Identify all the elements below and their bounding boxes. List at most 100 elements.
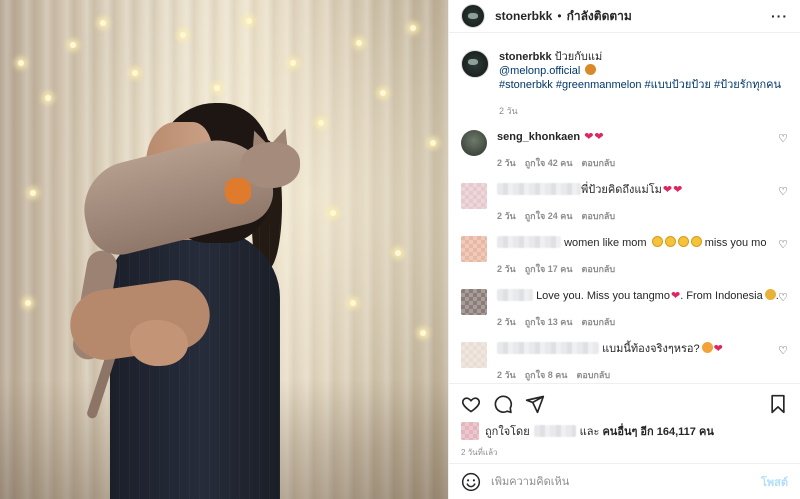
commenter-avatar[interactable] <box>461 342 487 368</box>
author-username[interactable]: stonerbkk <box>495 9 552 23</box>
comment-item: แบมนี้ท้องจริงๆหรอ? ❤ 2 วัน ถูกใจ 8 คน ตอ… <box>461 342 788 382</box>
caption-body: stonerbkk ป้วยกับแม่ @melonp.official #s… <box>499 50 781 118</box>
comment-body: พี่ป้วยคิดถึงแม่โม❤❤ 2 วัน ถูกใจ 24 คน ต… <box>497 183 788 223</box>
instagram-post: stonerbkk • กำลังติดตาม ··· stonerbkk ป้… <box>0 0 800 499</box>
post-caption: stonerbkk ป้วยกับแม่ @melonp.official #s… <box>449 40 800 118</box>
comment-time[interactable]: 2 วัน <box>497 156 516 170</box>
commenter-avatar[interactable] <box>461 130 487 156</box>
emoji-picker-icon[interactable] <box>461 472 481 492</box>
fairy-light <box>45 95 51 101</box>
comment-text: women like mom <box>564 237 647 249</box>
liked-by-prefix: ถูกใจโดย <box>485 426 530 438</box>
like-comment-icon[interactable]: ♡ <box>778 132 788 145</box>
fairy-light <box>132 70 138 76</box>
likes-and: และ <box>579 426 600 438</box>
caption-hashtags[interactable]: #stonerbkk #greenmanmelon #แบบป้วยป้วย #… <box>499 79 781 91</box>
post-comment-button[interactable]: โพสต์ <box>761 473 788 491</box>
reply-button[interactable]: ตอบกลับ <box>581 156 615 170</box>
posted-time[interactable]: 2 วันที่แล้ว <box>449 440 800 459</box>
heart-eyes-emoji-icon <box>701 342 713 353</box>
fairy-light <box>330 210 336 216</box>
comment-time[interactable]: 2 วัน <box>497 262 516 276</box>
sad-face-emoji-icon <box>677 236 689 247</box>
more-horizontal-icon[interactable]: ··· <box>771 8 788 24</box>
comment-text: แบมนี้ท้องจริงๆหรอ? <box>602 343 700 355</box>
fairy-light <box>290 60 296 66</box>
comment-item: พี่ป้วยคิดถึงแม่โม❤❤ 2 วัน ถูกใจ 24 คน ต… <box>461 183 788 223</box>
comment-username[interactable]: seng_khonkaen <box>497 131 580 143</box>
like-comment-icon[interactable]: ♡ <box>778 238 788 251</box>
comment-body: แบมนี้ท้องจริงๆหรอ? ❤ 2 วัน ถูกใจ 8 คน ตอ… <box>497 342 788 382</box>
like-heart-icon[interactable] <box>461 394 481 414</box>
comment-likes[interactable]: ถูกใจ 42 คน <box>525 156 573 170</box>
broken-heart-emoji-icon: ❤ <box>670 290 681 302</box>
fairy-light <box>100 20 106 26</box>
reply-button[interactable]: ตอบกลับ <box>576 368 610 382</box>
commenter-avatar[interactable] <box>461 183 487 209</box>
bookmark-save-icon[interactable] <box>768 394 788 414</box>
blurred-username[interactable] <box>497 342 599 354</box>
fairy-light <box>350 300 356 306</box>
comment-item: seng_khonkaen ❤❤ 2 วัน ถูกใจ 42 คน ตอบกล… <box>461 130 788 170</box>
reply-button[interactable]: ตอบกลับ <box>581 315 615 329</box>
comment-text: Love you. Miss you tangmo <box>536 290 670 302</box>
liker-avatar[interactable] <box>461 422 479 440</box>
blurred-liker-name[interactable] <box>533 425 576 437</box>
fairy-light <box>180 32 186 38</box>
fairy-light <box>25 300 31 306</box>
red-heart-emoji-icon: ❤ <box>713 343 723 355</box>
blurred-username[interactable] <box>497 236 561 248</box>
fairy-light <box>18 60 24 66</box>
comment-item: Love you. Miss you tangmo❤. From Indones… <box>461 289 788 329</box>
separator-dot: • <box>557 9 562 23</box>
fairy-light <box>30 190 36 196</box>
fairy-light <box>410 25 416 31</box>
woman-body <box>110 225 280 499</box>
comment-bubble-icon[interactable] <box>493 394 513 414</box>
comment-likes[interactable]: ถูกใจ 17 คน <box>525 262 573 276</box>
commenter-avatar[interactable] <box>461 236 487 262</box>
blurred-username[interactable] <box>497 183 581 195</box>
reply-button[interactable]: ตอบกลับ <box>581 262 615 276</box>
sad-face-emoji-icon <box>651 236 663 247</box>
share-send-icon[interactable] <box>525 394 545 414</box>
reply-button[interactable]: ตอบกลับ <box>581 209 615 223</box>
comment-time[interactable]: 2 วัน <box>497 209 516 223</box>
like-comment-icon[interactable]: ♡ <box>778 291 788 304</box>
comment-input[interactable] <box>491 475 761 488</box>
cat-collar <box>225 178 251 204</box>
caption-mention[interactable]: @melonp.official <box>499 65 580 77</box>
fairy-light <box>318 120 324 126</box>
comment-text: พี่ป้วยคิดถึงแม่โม <box>581 184 662 196</box>
comment-likes[interactable]: ถูกใจ 13 คน <box>525 315 573 329</box>
praying-hands-emoji-icon <box>764 289 776 300</box>
comment-likes[interactable]: ถูกใจ 24 คน <box>525 209 573 223</box>
post-photo[interactable] <box>0 0 448 499</box>
caption-time[interactable]: 2 วัน <box>499 104 781 118</box>
red-heart-emoji-icon: ❤ <box>594 131 604 143</box>
likes-others-count[interactable]: คนอื่นๆ อีก 164,117 คน <box>602 422 713 440</box>
add-comment-bar: โพสต์ <box>449 463 800 499</box>
comment-text-after: . From Indonesia <box>680 290 763 302</box>
fairy-light <box>70 42 76 48</box>
comment-likes[interactable]: ถูกใจ 8 คน <box>525 368 568 382</box>
fairy-light <box>395 250 401 256</box>
caption-avatar[interactable] <box>461 50 489 78</box>
author-avatar[interactable] <box>461 4 485 28</box>
comment-item: women like mom miss you mo 2 วัน ถูกใจ 1… <box>461 236 788 276</box>
like-comment-icon[interactable]: ♡ <box>778 344 788 357</box>
fairy-light <box>380 90 386 96</box>
comment-body: Love you. Miss you tangmo❤. From Indones… <box>497 289 779 329</box>
comment-time[interactable]: 2 วัน <box>497 368 516 382</box>
comment-time[interactable]: 2 วัน <box>497 315 516 329</box>
commenter-avatar[interactable] <box>461 289 487 315</box>
fairy-light <box>246 18 252 24</box>
blurred-username[interactable] <box>497 289 533 301</box>
following-status[interactable]: กำลังติดตาม <box>567 7 632 26</box>
red-heart-emoji-icon: ❤ <box>662 184 673 196</box>
melon-emoji-icon <box>585 64 597 75</box>
caption-username[interactable]: stonerbkk <box>499 51 552 63</box>
like-comment-icon[interactable]: ♡ <box>778 185 788 198</box>
woman-hand <box>130 320 188 366</box>
likes-summary: ถูกใจโดย และ คนอื่นๆ อีก 164,117 คน <box>449 414 800 440</box>
